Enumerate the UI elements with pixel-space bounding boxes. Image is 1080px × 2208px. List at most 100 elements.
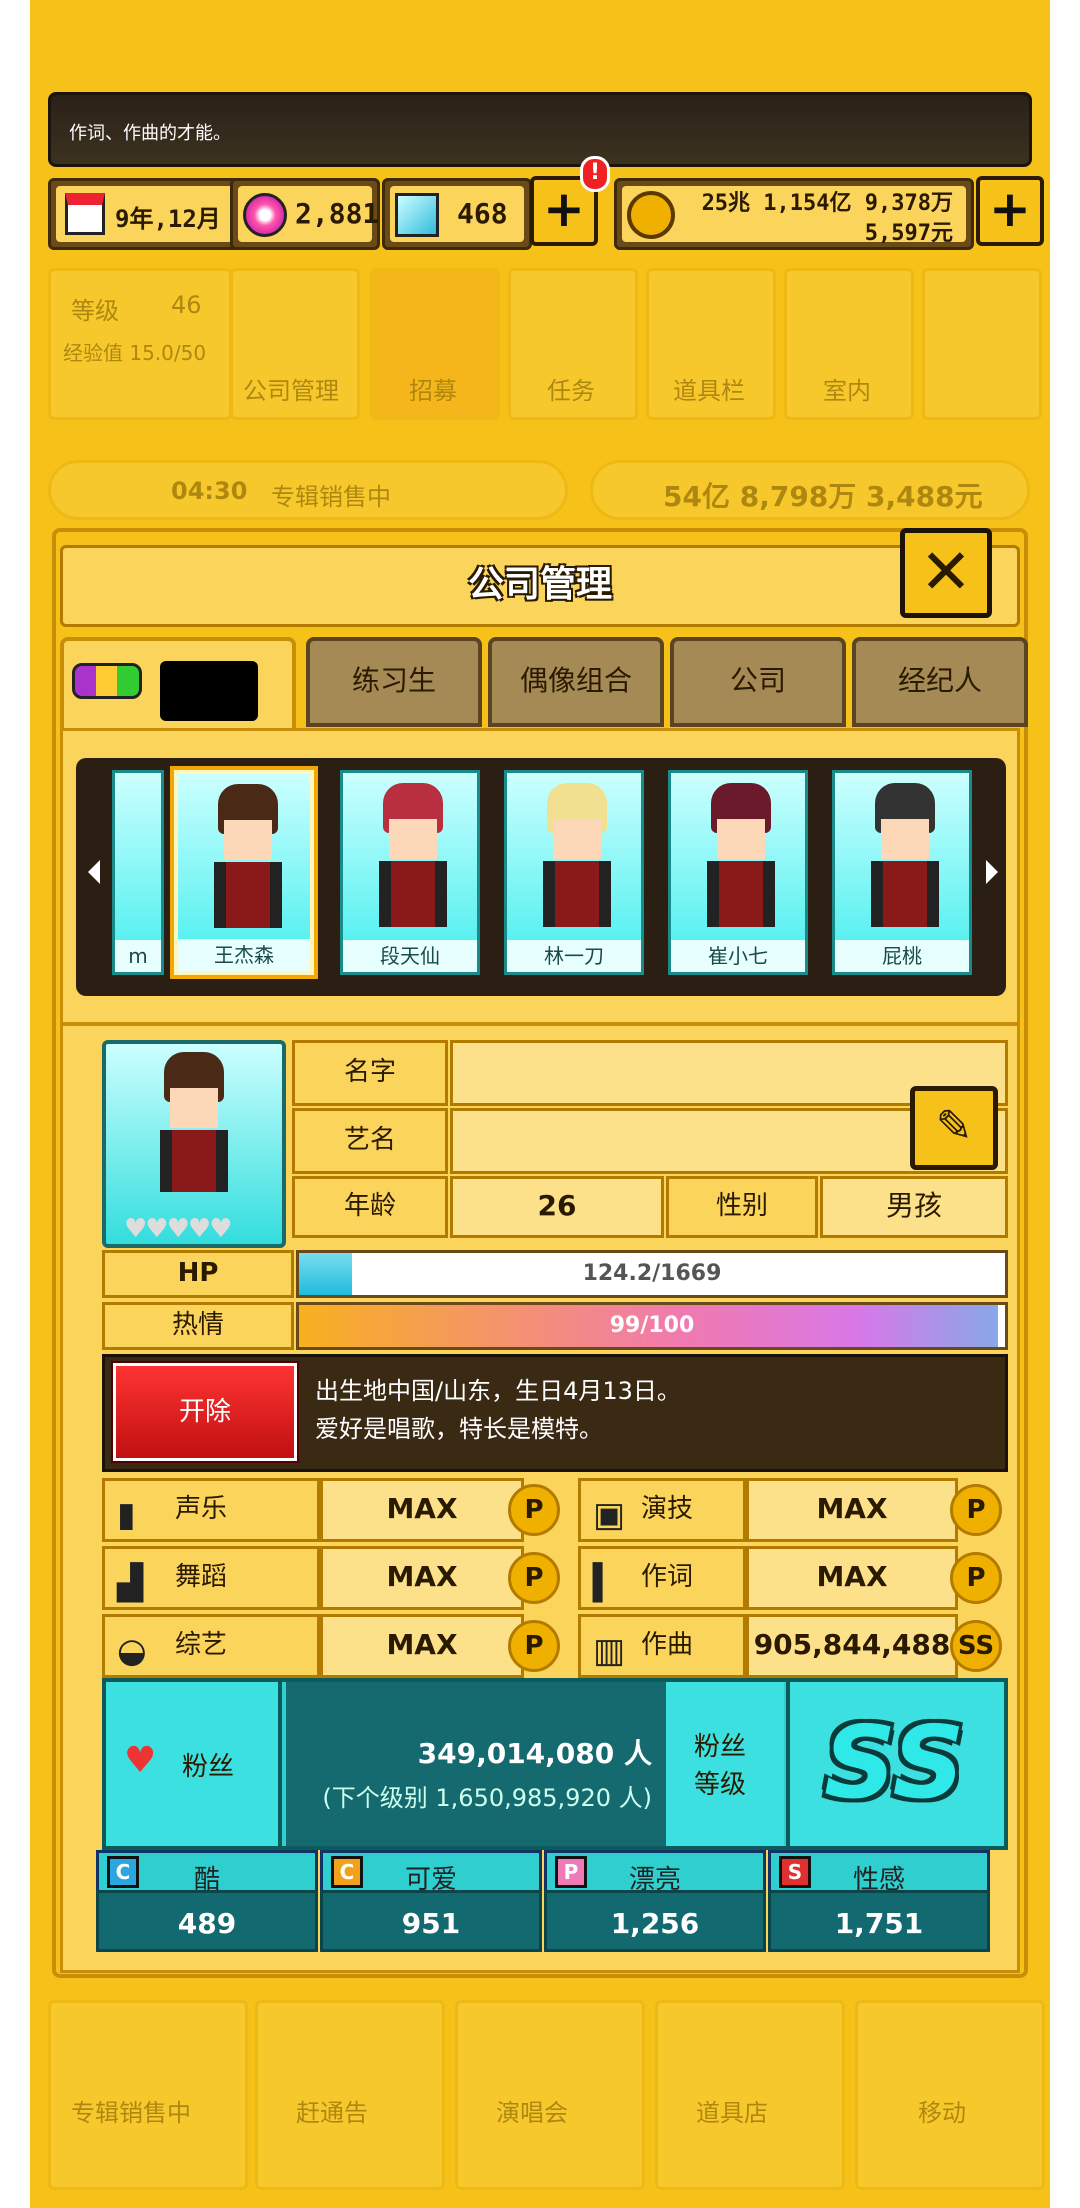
- bottom-menu-schedule[interactable]: 赶通告: [255, 2000, 445, 2190]
- menu-interior[interactable]: 室内: [784, 268, 914, 420]
- keyboard-icon: ▥: [593, 1631, 626, 1671]
- menu-recruit[interactable]: 招募: [370, 268, 500, 420]
- age-value: 26: [450, 1176, 664, 1238]
- divider: [60, 1022, 1020, 1026]
- tab-company[interactable]: 公司: [670, 637, 846, 727]
- age-label: 年龄: [292, 1176, 448, 1238]
- album-timer: 04:30: [171, 477, 248, 505]
- carousel-left-arrow[interactable]: [88, 860, 100, 884]
- name-label: 名字: [292, 1040, 448, 1106]
- right-margin: [1050, 0, 1080, 2208]
- tab-idol-group[interactable]: 偶像组合: [488, 637, 664, 727]
- trait-header: 性感 S: [768, 1850, 990, 1895]
- skill-grade-badge[interactable]: SS: [950, 1620, 1002, 1672]
- trait-value: 1,256: [544, 1890, 766, 1952]
- redacted-box: [160, 661, 258, 721]
- bottom-menu-album[interactable]: 专辑销售中: [48, 2000, 248, 2190]
- fire-button[interactable]: 开除: [111, 1361, 299, 1463]
- member-card[interactable]: 段天仙: [340, 770, 480, 975]
- trait-letter-icon: C: [331, 1856, 363, 1888]
- menu-company[interactable]: 公司管理: [230, 268, 360, 420]
- hearts-rating-icon: ♥♥♥♥♥: [124, 1214, 233, 1244]
- passion-bar: 99/100: [296, 1302, 1008, 1350]
- passion-text: 99/100: [609, 1313, 695, 1338]
- trait-letter-icon: C: [107, 1856, 139, 1888]
- money-top: 25兆 1,154亿 9,378万: [701, 191, 953, 216]
- add-money-button[interactable]: +: [976, 176, 1044, 246]
- calendar-icon: [65, 193, 105, 235]
- skill-row: 舞蹈 ▟ MAX P: [102, 1546, 578, 1610]
- skill-value: MAX: [320, 1478, 524, 1542]
- member-card-partial[interactable]: m: [112, 770, 164, 975]
- bio-line-1: 出生地中国/山东，生日4月13日。: [315, 1377, 681, 1405]
- money-panel: 25兆 1,154亿 9,378万 5,597元: [614, 178, 974, 250]
- coin-icon: [627, 191, 675, 239]
- dialog-title: 公司管理: [60, 545, 1020, 627]
- member-card-selected[interactable]: 王杰森: [170, 766, 318, 979]
- menu-mail[interactable]: [922, 268, 1042, 420]
- trait-header: 酷C: [96, 1850, 318, 1895]
- menu-label: 道具栏: [673, 377, 745, 405]
- skill-row: 作曲 ▥ 905,844,488 SS: [578, 1614, 1008, 1678]
- diamond-icon: [395, 193, 439, 237]
- skill-grade-badge[interactable]: P: [508, 1484, 560, 1536]
- skill-row: 作词 ▍ MAX P: [578, 1546, 1008, 1610]
- gems-value: 2,881: [295, 197, 380, 230]
- message-text: 作词、作曲的才能。: [69, 123, 231, 144]
- trait-header: 漂亮 P: [544, 1850, 766, 1895]
- bottom-menu-concert[interactable]: 演唱会: [455, 2000, 645, 2190]
- skill-grade-badge[interactable]: P: [508, 1552, 560, 1604]
- carousel-right-arrow[interactable]: [986, 860, 998, 884]
- idol-sprite: [537, 783, 617, 933]
- member-card[interactable]: 屁桃: [832, 770, 972, 975]
- bottom-menu-shop[interactable]: 道具店: [655, 2000, 845, 2190]
- tab-manager[interactable]: 经纪人: [852, 637, 1028, 727]
- gender-label: 性别: [666, 1176, 818, 1238]
- skill-label: 声乐 ▮: [102, 1478, 320, 1542]
- heart-icon: ♥: [124, 1740, 157, 1781]
- album-status-bar: 04:30 专辑销售中: [48, 460, 568, 520]
- trait-letter-icon: S: [779, 1856, 811, 1888]
- date-value: 9年,12月: [115, 205, 221, 233]
- fan-level-label-box: 粉丝 等级: [666, 1682, 784, 1846]
- close-button[interactable]: ✕: [900, 528, 992, 618]
- skill-grade-badge[interactable]: P: [950, 1484, 1002, 1536]
- fans-count-box: 349,014,080 人 (下个级别 1,650,985,920 人): [286, 1682, 666, 1846]
- skill-value: 905,844,488: [746, 1614, 958, 1678]
- skill-grade-badge[interactable]: P: [950, 1552, 1002, 1604]
- camera-icon: ▣: [593, 1495, 626, 1535]
- tab-trainee[interactable]: 练习生: [306, 637, 482, 727]
- alert-badge: !: [580, 156, 610, 192]
- skill-label: 舞蹈 ▟: [102, 1546, 320, 1610]
- level-label: 等级: [71, 297, 119, 325]
- menu-label: 招募: [409, 377, 457, 405]
- trait-value: 489: [96, 1890, 318, 1952]
- group-icon: [72, 663, 142, 699]
- fans-panel: ♥ 粉丝 349,014,080 人 (下个级别 1,650,985,920 人…: [102, 1678, 1008, 1850]
- skill-label: 作词 ▍: [578, 1546, 746, 1610]
- exp-label: 经验值 15.0/50: [63, 341, 207, 365]
- fan-level-value: SS: [824, 1704, 965, 1821]
- menu-tasks[interactable]: 任务: [508, 268, 638, 420]
- level-value: 46: [171, 291, 202, 319]
- member-card[interactable]: 崔小七: [668, 770, 808, 975]
- fan-level-badge: SS: [786, 1682, 1004, 1846]
- edit-pencil-button[interactable]: ✎: [910, 1086, 998, 1170]
- fans-count: 349,014,080 人: [417, 1737, 652, 1770]
- trait-header: 可爱 C: [320, 1850, 542, 1895]
- member-card[interactable]: 林一刀: [504, 770, 644, 975]
- skill-grade-badge[interactable]: P: [508, 1620, 560, 1672]
- stage-name-label: 艺名: [292, 1108, 448, 1174]
- gender-value: 男孩: [820, 1176, 1008, 1238]
- album-income: 54亿 8,798万 3,488元: [663, 480, 983, 513]
- bottom-menu-label: 演唱会: [496, 2099, 568, 2127]
- gems-panel: 2,881: [230, 178, 380, 250]
- tab-group-select[interactable]: [60, 637, 296, 737]
- album-status: 专辑销售中: [271, 483, 391, 511]
- pink-gem-icon: [243, 193, 287, 237]
- fans-label: 粉丝: [182, 1752, 235, 1782]
- bottom-menu-move[interactable]: 移动: [855, 2000, 1045, 2190]
- menu-items[interactable]: 道具栏: [646, 268, 776, 420]
- trait-value: 1,751: [768, 1890, 990, 1952]
- member-name: 崔小七: [671, 940, 805, 972]
